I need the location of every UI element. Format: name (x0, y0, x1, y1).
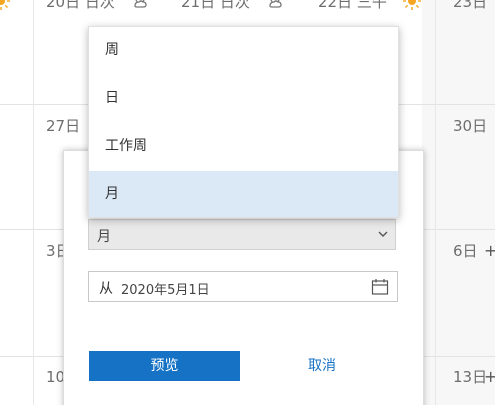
dropdown-option-week[interactable]: 周 (89, 27, 398, 73)
date-prefix-label: 从 (99, 281, 113, 297)
add-event-button[interactable]: + (484, 242, 495, 260)
calendar-icon[interactable] (371, 278, 389, 296)
calendar-col-divider (33, 0, 34, 405)
calendar-date-13[interactable]: 13日 (453, 368, 487, 386)
calendar-date-22[interactable]: 22日 三午 (318, 0, 387, 11)
calendar-date-30[interactable]: 30日 (453, 117, 487, 135)
chevron-down-icon (378, 231, 388, 237)
calendar-weekend-shade (422, 0, 495, 405)
calendar-date-23[interactable]: 23日 (453, 0, 487, 11)
cloud-sun-icon (134, 0, 147, 8)
cancel-button[interactable]: 取消 (296, 351, 348, 381)
view-select[interactable]: 月 (88, 219, 396, 250)
calendar-col-divider (435, 0, 436, 405)
calendar-page: 20日 日次 21日 日次 22日 三午 23日 27日 30日 3日 6日 +… (0, 0, 495, 405)
start-date-field[interactable]: 从 2020年5月1日 (88, 271, 398, 302)
calendar-date-6[interactable]: 6日 (453, 242, 478, 260)
dropdown-option-work-week[interactable]: 工作周 (89, 123, 398, 169)
add-event-button[interactable]: + (484, 368, 495, 386)
dropdown-option-day[interactable]: 日 (89, 75, 398, 121)
calendar-date-21[interactable]: 21日 日次 (181, 0, 250, 11)
cloud-sun-icon (269, 0, 282, 8)
preview-button[interactable]: 预览 (89, 351, 240, 381)
calendar-date-20[interactable]: 20日 日次 (46, 0, 115, 11)
calendar-date-27[interactable]: 27日 (46, 117, 80, 135)
dropdown-option-month[interactable]: 月 (89, 171, 398, 217)
start-date-value: 2020年5月1日 (121, 283, 210, 298)
sun-icon (403, 0, 421, 10)
view-dropdown-menu: 周 日 工作周 月 (88, 26, 399, 218)
sun-icon (0, 0, 10, 10)
view-select-value: 月 (97, 229, 111, 245)
